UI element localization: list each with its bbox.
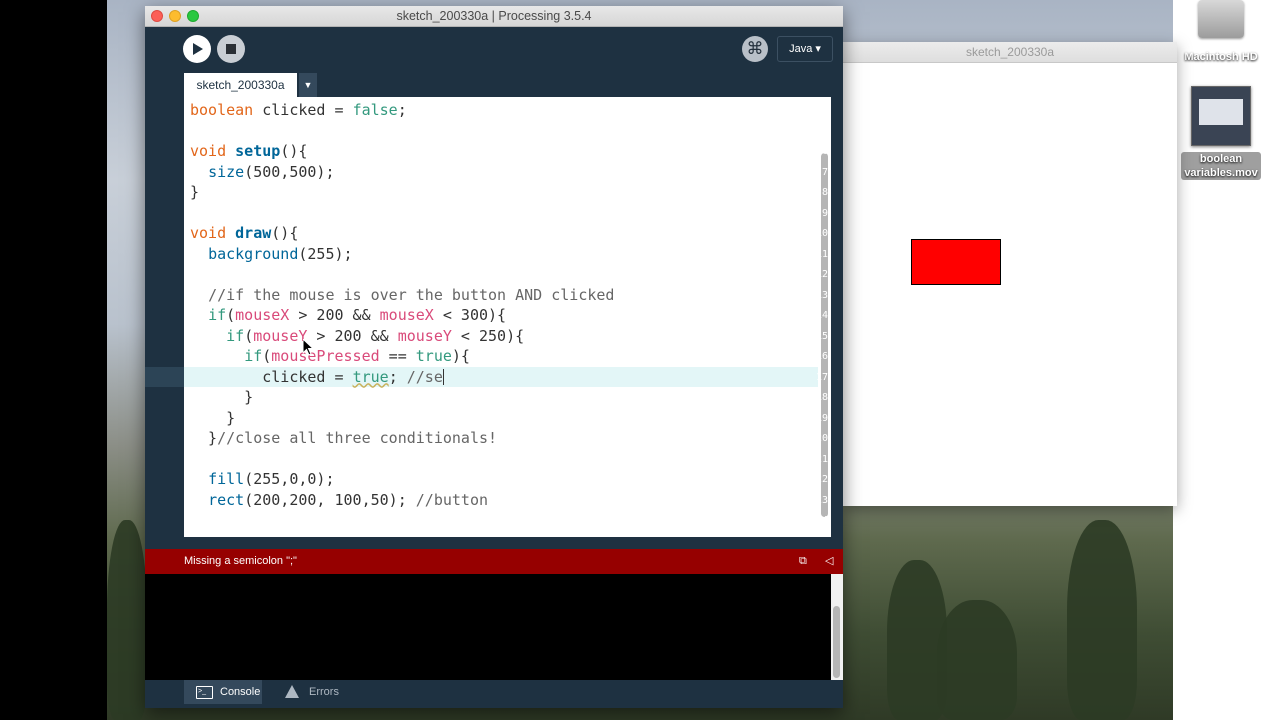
code-line[interactable]: clicked = true; //se <box>190 367 444 387</box>
code-editor[interactable]: 4 5 6 7 8 9 10 11 12 13 14 15 16 17 18 19 20 21 22 23 24 bool… <box>145 97 831 537</box>
code-line[interactable]: } <box>190 408 235 428</box>
tab-menu-button[interactable]: ▼ <box>299 73 317 97</box>
movie-file-label: boolean variables.mov <box>1181 152 1261 180</box>
processing-ide-window[interactable]: sketch_200330a | Processing 3.5.4 ⌘ Java… <box>145 6 843 708</box>
line-number: 9 <box>821 207 828 219</box>
line-number: 4 <box>821 105 828 116</box>
hard-drive-icon <box>1198 0 1244 38</box>
line-number: 8 <box>821 187 828 198</box>
tab-console[interactable]: >_ Console <box>184 680 262 704</box>
line-number: 16 <box>815 351 828 362</box>
tab-console-label: Console <box>220 686 261 698</box>
collapse-console-icon[interactable]: ◁ <box>825 549 833 574</box>
line-number: 12 <box>815 269 828 280</box>
copy-icon[interactable]: ⧉ <box>799 549 807 574</box>
code-line[interactable]: } <box>190 182 199 202</box>
line-number: 10 <box>815 228 828 239</box>
code-line[interactable]: }//close all three conditionals! <box>190 428 497 448</box>
sketch-output-window[interactable]: sketch_200330a <box>843 42 1177 506</box>
code-line[interactable]: rect(200,200, 100,50); //button <box>190 490 488 510</box>
debug-butterfly-icon: ⌘ <box>746 39 764 58</box>
console-output[interactable] <box>145 574 831 680</box>
chevron-down-icon: ▾ <box>815 43 821 55</box>
code-line[interactable]: void draw(){ <box>190 223 298 243</box>
console-scrollbar[interactable] <box>833 606 840 678</box>
line-number: 19 <box>815 412 828 424</box>
line-number: 7 <box>821 166 828 178</box>
error-message-bar: Missing a semicolon ";" ⧉ ◁ <box>145 549 843 574</box>
code-line[interactable]: if(mousePressed == true){ <box>190 346 470 366</box>
sketch-red-button-rect[interactable] <box>911 239 1001 285</box>
movie-file-label-line2: variables.mov <box>1184 167 1258 179</box>
code-line[interactable]: void setup(){ <box>190 141 307 161</box>
line-number: 13 <box>815 289 828 301</box>
mode-selector[interactable]: Java ▾ <box>777 36 833 62</box>
code-line[interactable]: fill(255,0,0); <box>190 469 334 489</box>
ide-window-title: sketch_200330a | Processing 3.5.4 <box>396 9 592 23</box>
error-message-text: Missing a semicolon ";" <box>184 555 297 567</box>
mode-label: Java <box>789 43 813 55</box>
line-number-gutter <box>145 97 184 537</box>
line-number: 21 <box>815 453 828 465</box>
line-number: 20 <box>815 433 828 444</box>
line-number: 6 <box>821 146 828 157</box>
line-number: 15 <box>815 330 828 342</box>
line-number: 18 <box>815 392 828 403</box>
warning-triangle-icon <box>285 685 299 698</box>
line-number: 22 <box>815 474 828 485</box>
tab-sketch[interactable]: sketch_200330a <box>184 73 297 97</box>
terminal-icon: >_ <box>196 686 213 699</box>
movie-file-desktop-icon[interactable]: boolean variables.mov <box>1173 86 1269 181</box>
tab-errors-label: Errors <box>309 686 339 698</box>
line-number: 24 <box>815 515 828 526</box>
ide-titlebar[interactable]: sketch_200330a | Processing 3.5.4 <box>145 6 843 27</box>
movie-file-label-line1: boolean <box>1199 153 1243 165</box>
code-line[interactable]: //if the mouse is over the button AND cl… <box>190 285 614 305</box>
line-number: 17 <box>815 371 828 383</box>
code-line[interactable]: size(500,500); <box>190 162 334 182</box>
ide-footer: >_ Console Errors <box>145 680 843 708</box>
tab-errors[interactable]: Errors <box>285 680 355 704</box>
movie-thumbnail-icon <box>1191 86 1251 146</box>
code-line[interactable]: if(mouseX > 200 && mouseX < 300){ <box>190 305 506 325</box>
code-line[interactable]: if(mouseY > 200 && mouseY < 250){ <box>190 326 524 346</box>
sketch-tabbar: sketch_200330a ▼ <box>145 73 843 97</box>
line-number: 23 <box>815 494 828 506</box>
current-line-gutter-highlight <box>145 367 184 387</box>
code-line[interactable]: background(255); <box>190 244 353 264</box>
line-number: 14 <box>815 310 828 321</box>
sketch-window-title[interactable]: sketch_200330a <box>843 42 1177 63</box>
play-icon <box>193 43 203 55</box>
line-number: 5 <box>821 125 828 137</box>
macintosh-hd-label: Macintosh HD <box>1184 51 1258 63</box>
debugger-button[interactable]: ⌘ <box>742 36 768 62</box>
text-caret <box>442 368 444 385</box>
triangle-down-icon: ▼ <box>303 80 313 90</box>
stop-icon <box>226 44 236 54</box>
code-line[interactable]: } <box>190 387 253 407</box>
run-button[interactable] <box>183 35 211 63</box>
ide-toolbar: ⌘ Java ▾ <box>145 27 843 73</box>
code-line[interactable]: boolean clicked = false; <box>190 100 407 120</box>
macintosh-hd-desktop-icon[interactable]: Macintosh HD <box>1173 0 1269 64</box>
stop-button[interactable] <box>217 35 245 63</box>
mouse-pointer-icon <box>303 339 315 356</box>
line-number: 11 <box>815 248 828 260</box>
